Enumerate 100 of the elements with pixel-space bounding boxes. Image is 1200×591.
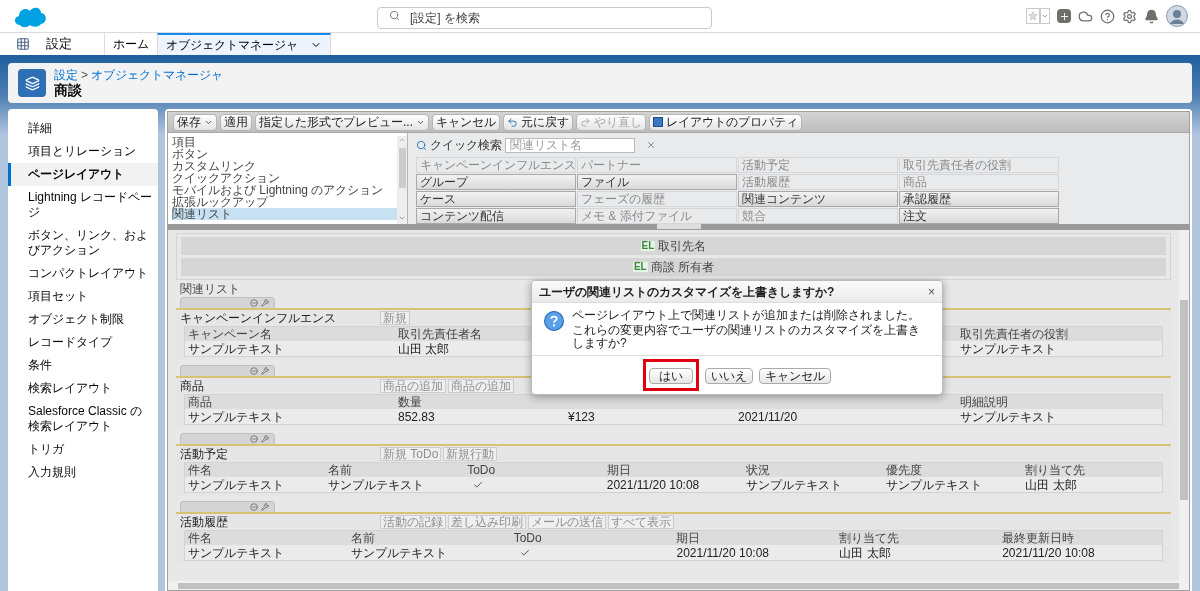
sidebar-item[interactable]: ボタン、リンク、およびアクション xyxy=(8,224,158,262)
toolbar-button[interactable]: 適用 xyxy=(220,113,252,131)
list-handle[interactable] xyxy=(180,501,275,512)
notification-icon[interactable] xyxy=(1144,8,1159,24)
scroll-thumb[interactable] xyxy=(178,582,1179,589)
section-label: 関連リスト xyxy=(180,282,240,296)
category-item[interactable]: カスタムリンク xyxy=(172,160,397,172)
wrench-icon[interactable] xyxy=(261,367,269,375)
field-bar[interactable]: EL 取引先名 xyxy=(181,237,1166,255)
sidebar-item[interactable]: レコードタイプ xyxy=(8,331,158,354)
sidebar-item[interactable]: 検索レイアウト xyxy=(8,377,158,400)
dialog-button[interactable]: はい xyxy=(649,368,693,384)
dialog-message: これらの変更内容でユーザの関連リストのカスタマイズを上書きしますか? xyxy=(572,324,921,350)
palette-item[interactable]: ファイル xyxy=(577,174,737,190)
category-item[interactable]: 関連リスト xyxy=(172,208,397,220)
app-launcher-icon[interactable] xyxy=(16,37,30,51)
sidebar-item[interactable]: 入力規則 xyxy=(8,461,158,484)
field-label: 商談 所有者 xyxy=(650,261,715,273)
breadcrumb-link[interactable]: オブジェクトマネージャ xyxy=(91,67,223,82)
quick-search-field[interactable]: 関連リスト名 xyxy=(505,137,635,153)
search-icon xyxy=(389,10,400,21)
column-header: 件名 xyxy=(188,464,212,476)
sidebar-item[interactable]: 項目とリレーション xyxy=(8,140,158,163)
toolbar-button[interactable]: 指定した形式でプレビュー... xyxy=(255,113,429,131)
table-cell: サンプルテキスト xyxy=(188,342,284,355)
palette-item[interactable]: 関連コンテンツ xyxy=(738,191,898,207)
wrench-icon[interactable] xyxy=(261,503,269,511)
table-cell: サンプルテキスト xyxy=(188,546,284,559)
field-bar[interactable]: EL 商談 所有者 xyxy=(181,258,1166,276)
category-item[interactable]: 拡張ルックアップ xyxy=(172,196,397,208)
list-handle[interactable] xyxy=(180,433,275,444)
sidebar-item[interactable]: オブジェクト制限 xyxy=(8,308,158,331)
category-item[interactable]: 項目 xyxy=(172,136,397,148)
scroll-down-icon[interactable] xyxy=(398,214,406,222)
remove-icon[interactable] xyxy=(250,503,258,511)
field-label: 取引先名 xyxy=(658,240,707,252)
settings-icon[interactable] xyxy=(1122,8,1137,24)
sidebar-item[interactable]: ページレイアウト xyxy=(8,163,158,186)
column-header: 数量 xyxy=(398,396,422,408)
scroll-thumb[interactable] xyxy=(398,148,406,188)
clear-icon[interactable] xyxy=(646,140,656,150)
star-icon[interactable] xyxy=(1026,8,1040,24)
question-icon xyxy=(544,311,564,331)
help-icon[interactable] xyxy=(1100,8,1115,24)
sidebar-item[interactable]: コンパクトレイアウト xyxy=(8,262,158,285)
breadcrumb-link[interactable]: 設定 xyxy=(54,67,78,82)
sidebar-item[interactable]: 項目セット xyxy=(8,285,158,308)
remove-icon[interactable] xyxy=(250,299,258,307)
column-header: 期日 xyxy=(606,464,631,476)
close-button[interactable]: × xyxy=(928,285,935,298)
wrench-icon[interactable] xyxy=(261,299,269,307)
sidebar-item[interactable]: 詳細 xyxy=(8,117,158,140)
toolbar-button[interactable]: 保存 xyxy=(173,113,217,131)
column-header: 取引先責任者の役割 xyxy=(960,328,1068,340)
sidebar-item[interactable]: Lightning レコードページ xyxy=(8,186,158,224)
category-item[interactable]: クイックアクション xyxy=(172,172,397,184)
palette-item[interactable]: コンテンツ配信 xyxy=(416,208,576,224)
cloud-icon[interactable] xyxy=(1078,8,1093,24)
category-item[interactable]: ボタン xyxy=(172,148,397,160)
field-badge: EL xyxy=(632,262,648,272)
column-header: 期日 xyxy=(676,532,701,544)
table-cell: 2021/11/20 10:08 xyxy=(676,546,769,559)
table-cell: ¥123 xyxy=(568,410,595,423)
list-handle[interactable] xyxy=(180,297,275,308)
dropdown-icon[interactable] xyxy=(1040,8,1050,24)
toolbar-button[interactable]: キャンセル xyxy=(432,113,500,131)
column-header: 明細説明 xyxy=(960,396,1008,408)
page-title: 商談 xyxy=(54,81,83,99)
list-handle[interactable] xyxy=(180,365,275,376)
palette-item[interactable]: 注文 xyxy=(899,208,1059,224)
category-item[interactable]: モバイルおよび Lightning のアクション xyxy=(172,184,397,196)
table-cell: 山田 太郎 xyxy=(1025,478,1077,491)
scroll-up-icon[interactable] xyxy=(398,136,406,144)
remove-icon[interactable] xyxy=(250,435,258,443)
remove-icon[interactable] xyxy=(250,367,258,375)
dialog-button[interactable]: キャンセル xyxy=(759,368,831,384)
sidebar-item[interactable]: 条件 xyxy=(8,354,158,377)
column-header: 件名 xyxy=(188,532,212,544)
splitter-handle[interactable] xyxy=(656,224,701,229)
wrench-icon[interactable] xyxy=(261,435,269,443)
related-list-title: 活動予定 xyxy=(180,448,229,460)
scroll-thumb[interactable] xyxy=(1180,300,1188,500)
table-cell: サンプルテキスト xyxy=(350,546,447,559)
palette-item[interactable]: 承認履歴 xyxy=(899,191,1059,207)
sidebar-item[interactable]: トリガ xyxy=(8,438,158,461)
avatar-icon[interactable] xyxy=(1166,5,1188,27)
dialog-message: ページレイアウト上で関連リストが追加または削除されました。 xyxy=(572,309,921,322)
sidebar-item[interactable]: Salesforce Classic の検索レイアウト xyxy=(8,400,158,438)
table-cell: 2021/11/20 10:08 xyxy=(606,478,700,491)
table-cell: サンプルテキスト xyxy=(327,478,424,491)
palette-item[interactable]: グループ xyxy=(416,174,576,190)
toolbar-button[interactable]: レイアウトのプロパティ xyxy=(649,113,802,131)
dialog-button[interactable]: いいえ xyxy=(705,368,753,384)
column-header: 商品 xyxy=(188,396,212,408)
search-field[interactable]: [設定] を検索 xyxy=(377,7,712,29)
nav-tab[interactable]: オブジェクトマネージャ xyxy=(157,33,331,55)
quick-search-label: クイック検索 xyxy=(430,137,502,154)
plus-icon[interactable] xyxy=(1057,9,1071,23)
toolbar-button[interactable]: 元に戻す xyxy=(503,113,573,131)
palette-item[interactable]: ケース xyxy=(416,191,576,207)
